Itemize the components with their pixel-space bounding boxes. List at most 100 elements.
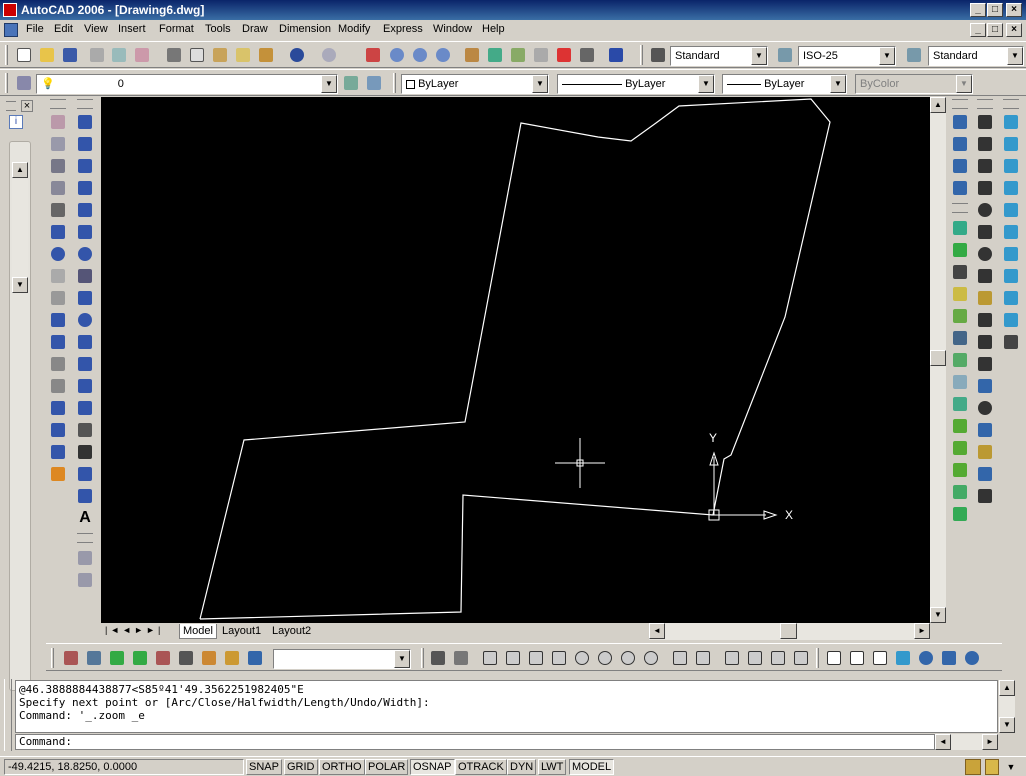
multiline-text-icon[interactable]: A [74, 507, 96, 529]
cut-icon[interactable] [163, 45, 184, 65]
menu-view[interactable]: View [84, 23, 108, 35]
horizontal-scrollbar[interactable]: ◄ ► [649, 623, 930, 640]
toolbar-grip[interactable] [77, 99, 93, 109]
nw-iso-view-icon[interactable] [1000, 309, 1022, 331]
toolbar-grip[interactable] [640, 45, 643, 65]
tab-layout1[interactable]: Layout1 [219, 624, 264, 639]
linetype-select[interactable]: ByLayer ▼ [557, 74, 715, 94]
menu-draw[interactable]: Draw [242, 23, 268, 35]
doc-close-button[interactable]: × [1006, 23, 1022, 37]
chevron-down-icon[interactable]: ▼ [879, 47, 895, 65]
lineweight-select[interactable]: ByLayer ▼ [722, 74, 847, 94]
layer-manager-icon[interactable] [13, 73, 34, 93]
dimension-edit-icon[interactable] [974, 419, 996, 441]
fog-icon[interactable] [949, 393, 971, 415]
toolbar-grip[interactable] [50, 99, 66, 109]
circle-icon[interactable] [74, 243, 96, 265]
lock-icon[interactable] [985, 759, 999, 775]
doc-minimize-button[interactable]: _ [970, 23, 986, 37]
toolbar-grip[interactable] [1003, 99, 1019, 109]
text-style-select[interactable]: Standard ▼ [670, 46, 768, 66]
snap-center-icon[interactable] [175, 648, 196, 668]
ellipse-icon[interactable] [74, 309, 96, 331]
osnap-toggle[interactable]: OSNAP [410, 759, 455, 775]
bottom-toolbar-select[interactable]: ▼ [273, 649, 411, 669]
box-icon[interactable] [479, 648, 500, 668]
2d-wireframe-icon[interactable] [823, 648, 844, 668]
close-button[interactable]: × [1006, 3, 1022, 17]
front-view-icon[interactable] [1000, 199, 1022, 221]
snap-from-icon[interactable] [83, 648, 104, 668]
sw-iso-view-icon[interactable] [1000, 243, 1022, 265]
rotate-icon[interactable] [47, 243, 69, 265]
revision-cloud-icon[interactable] [74, 265, 96, 287]
layer-previous-icon[interactable] [363, 73, 384, 93]
text-style-icon[interactable] [647, 45, 668, 65]
chevron-down-icon[interactable]: ▼ [321, 75, 337, 93]
spell-check-icon[interactable] [74, 547, 96, 569]
tolerance-icon[interactable] [974, 375, 996, 397]
render-preferences-icon[interactable] [949, 481, 971, 503]
back-view-icon[interactable] [1000, 221, 1022, 243]
left-view-icon[interactable] [1000, 155, 1022, 177]
table-style-select[interactable]: Standard ▼ [928, 46, 1024, 66]
model-toggle[interactable]: MODEL [569, 759, 615, 775]
redo-icon[interactable] [318, 45, 339, 65]
polar-toggle[interactable]: POLAR [365, 759, 409, 775]
toolbar-grip[interactable] [816, 648, 819, 668]
menu-file[interactable]: File [26, 23, 44, 35]
scroll-left-icon[interactable]: ◄ [935, 734, 951, 750]
insert-block-icon[interactable] [74, 353, 96, 375]
mapping-icon[interactable] [949, 349, 971, 371]
center-mark-icon[interactable] [974, 397, 996, 419]
bottom-view-icon[interactable] [1000, 133, 1022, 155]
paste-icon[interactable] [209, 45, 230, 65]
quick-leader-icon[interactable] [974, 353, 996, 375]
tool-palettes-icon[interactable] [507, 45, 528, 65]
tab-model[interactable]: Model [179, 624, 217, 639]
horizontal-scroll-thumb[interactable] [780, 623, 797, 639]
table-style-icon[interactable] [903, 45, 924, 65]
background-icon[interactable] [949, 371, 971, 393]
tabulated-surface-icon[interactable] [744, 648, 765, 668]
scenes-icon[interactable] [949, 261, 971, 283]
toolbar-grip[interactable] [952, 99, 968, 109]
join-icon[interactable] [47, 397, 69, 419]
rectangle-icon[interactable] [74, 199, 96, 221]
palette-grip[interactable] [6, 101, 16, 111]
help-icon[interactable] [605, 45, 626, 65]
baseline-dimension-icon[interactable] [974, 309, 996, 331]
array-icon[interactable] [47, 199, 69, 221]
scroll-up-icon[interactable]: ▲ [12, 162, 28, 178]
angular-dimension-icon[interactable] [974, 265, 996, 287]
offset-icon[interactable] [47, 177, 69, 199]
dyn-toggle[interactable]: DYN [507, 759, 537, 775]
scroll-up-icon[interactable]: ▲ [930, 97, 946, 113]
break-icon[interactable] [47, 375, 69, 397]
communication-center-icon[interactable] [965, 759, 981, 775]
radius-dimension-icon[interactable] [974, 199, 996, 221]
landscape-new-icon[interactable] [949, 415, 971, 437]
find-text-icon[interactable] [74, 569, 96, 591]
menu-dimension[interactable]: Dimension [279, 23, 331, 35]
menu-tools[interactable]: Tools [205, 23, 231, 35]
dimension-text-edit-icon[interactable] [974, 441, 996, 463]
hatch-icon[interactable] [74, 419, 96, 441]
chevron-down-icon[interactable]: ▼ [830, 75, 846, 93]
ne-iso-view-icon[interactable] [1000, 287, 1022, 309]
move-icon[interactable] [47, 221, 69, 243]
scroll-down-icon[interactable]: ▼ [12, 277, 28, 293]
gouraud-edges-icon[interactable] [961, 648, 982, 668]
erase-icon[interactable] [47, 111, 69, 133]
visual-styles-icon[interactable] [427, 648, 448, 668]
edge-surface-icon[interactable] [790, 648, 811, 668]
chevron-down-icon[interactable]: ▼ [532, 75, 548, 93]
autocad-app-icon[interactable] [3, 3, 17, 17]
menu-edit[interactable]: Edit [54, 23, 73, 35]
snap-endpoint-icon[interactable] [106, 648, 127, 668]
minimize-button[interactable]: _ [970, 3, 986, 17]
menu-modify[interactable]: Modify [338, 23, 370, 35]
top-view-icon[interactable] [1000, 111, 1022, 133]
landscape-edit-icon[interactable] [949, 437, 971, 459]
coordinate-readout[interactable]: -49.4215, 18.8250, 0.0000 [4, 759, 244, 775]
